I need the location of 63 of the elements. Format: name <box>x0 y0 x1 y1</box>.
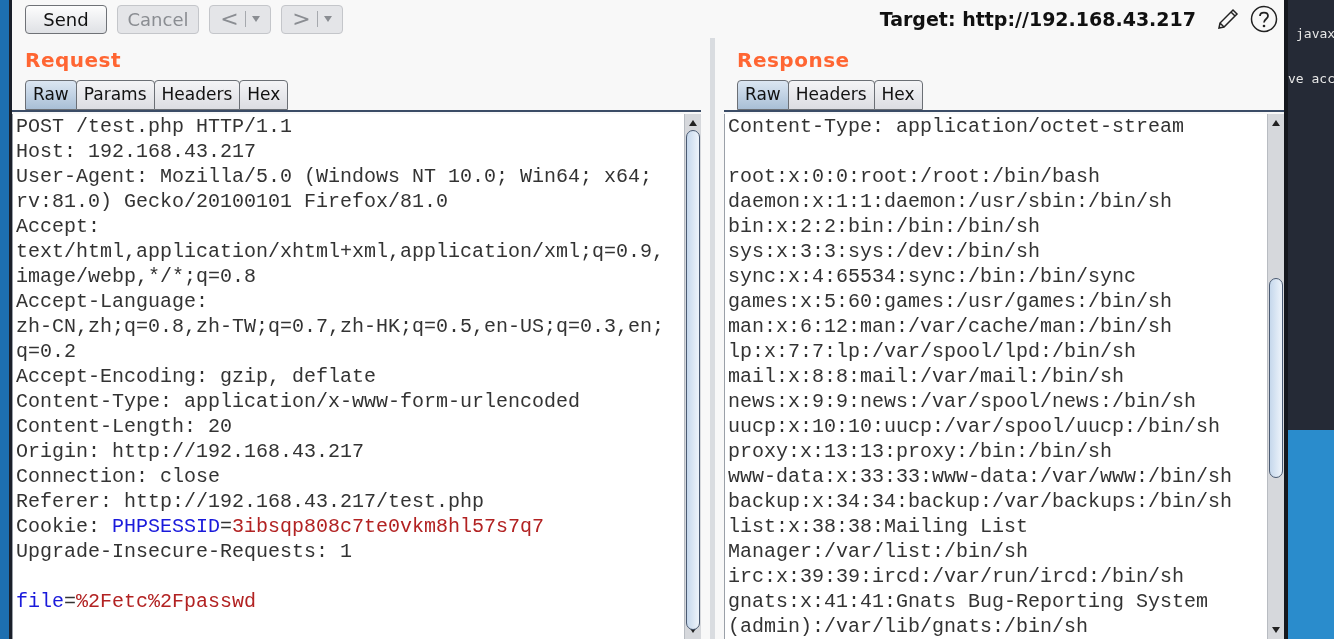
tab[interactable]: Hex <box>873 80 923 110</box>
editor-text: ve acc <box>1288 69 1334 88</box>
scroll-thumb[interactable] <box>1269 278 1283 478</box>
pane-title: Request <box>25 46 122 74</box>
code-line: Accept-Encoding: gzip, deflate <box>16 364 378 389</box>
code-line: rv:81.0) Gecko/20100101 Firefox/81.0 <box>16 189 450 214</box>
help-icon[interactable] <box>1250 5 1278 33</box>
code-line: Connection: close <box>16 464 222 489</box>
scrollbar[interactable] <box>1267 114 1284 639</box>
code-line: Accept-Language: <box>16 289 210 314</box>
code-line: zh-CN,zh;q=0.8,zh-TW;q=0.7,zh-HK;q=0.5,en-US;q=0.3,en; <box>16 314 666 339</box>
caret-icon <box>323 16 332 22</box>
code-line: backup:x:34:34:backup:/var/backups:/bin/sh <box>728 489 1234 514</box>
code-line: Accept: <box>16 214 101 239</box>
code-line: list:x:38:38:Mailing List <box>728 514 1030 539</box>
code-line: image/webp,*/*;q=0.8 <box>16 264 258 289</box>
code-line: Host: 192.168.43.217 <box>16 139 258 164</box>
code-line: Content-Type: application/octet-stream <box>728 114 1186 139</box>
toolbar-button[interactable]: Send <box>25 4 107 34</box>
code-line: Manager:/var/list:/bin/sh <box>728 539 1030 564</box>
code-line: q=0.2 <box>16 339 77 364</box>
code-line: sys:x:3:3:sys:/dev:/bin/sh <box>728 239 1042 264</box>
code-line: Origin: http://192.168.43.217 <box>16 439 366 464</box>
code-line: man:x:6:12:man:/var/cache/man:/bin/sh <box>728 314 1174 339</box>
code-line: lp:x:7:7:lp:/var/spool/lpd:/bin/sh <box>728 339 1138 364</box>
code-line: Upgrade-Insecure-Requests: 1 <box>16 539 354 564</box>
code-line: User-Agent: Mozilla/5.0 (Windows NT 10.0; Win64; x64; <box>16 164 654 189</box>
caret-icon <box>251 16 260 22</box>
scroll-thumb[interactable] <box>686 130 700 630</box>
code-line: file=%2Fetc%2Fpasswd <box>16 589 258 614</box>
code-line: text/html,application/xhtml+xml,application/xml;q=0.9, <box>16 239 666 264</box>
code-line: news:x:9:9:news:/var/spool/news:/bin/sh <box>728 389 1198 414</box>
code-line: proxy:x:13:13:proxy:/bin:/bin/sh <box>728 439 1114 464</box>
code-line: bin:x:2:2:bin:/bin:/bin/sh <box>728 214 1042 239</box>
scroll-down-icon[interactable] <box>1271 625 1281 635</box>
code-line: daemon:x:1:1:daemon:/usr/sbin:/bin/sh <box>728 189 1174 214</box>
code-line: (admin):/var/lib/gnats:/bin/sh <box>728 614 1090 639</box>
code-line: gnats:x:41:41:Gnats Bug-Reporting System <box>728 589 1210 614</box>
tab[interactable]: Params <box>75 80 155 110</box>
target-label: Target: http://192.168.43.217 <box>879 6 1196 32</box>
scroll-up-icon[interactable] <box>1271 118 1281 128</box>
code-line: www-data:x:33:33:www-data:/var/www:/bin/sh <box>728 464 1234 489</box>
code-line: irc:x:39:39:ircd:/var/run/ircd:/bin/sh <box>728 564 1186 589</box>
scroll-up-icon[interactable] <box>688 118 698 128</box>
editor-text: javax <box>1295 25 1334 43</box>
tab[interactable]: Raw <box>25 80 77 110</box>
tab[interactable]: Raw <box>737 80 789 110</box>
code-line: games:x:5:60:games:/usr/games:/bin/sh <box>728 289 1174 314</box>
tab[interactable]: Hex <box>239 80 289 110</box>
code-line: POST /test.php HTTP/1.1 <box>16 114 294 139</box>
tab[interactable]: Headers <box>787 80 875 110</box>
code-line: Referer: http://192.168.43.217/test.php <box>16 489 486 514</box>
code-line: Content-Type: application/x-www-form-urlencoded <box>16 389 582 414</box>
edit-icon[interactable] <box>1216 7 1240 31</box>
pane-title: Response <box>737 46 850 74</box>
code-line: mail:x:8:8:mail:/var/mail:/bin/sh <box>728 364 1126 389</box>
scrollbar[interactable] <box>684 114 701 639</box>
code-line: Content-Length: 20 <box>16 414 234 439</box>
code-line: root:x:0:0:root:/root:/bin/bash <box>728 164 1102 189</box>
code-line: Cookie: PHPSESSID=3ibsqp808c7te0vkm8hl57s7q7 <box>16 514 546 539</box>
tab[interactable]: Headers <box>153 80 241 110</box>
code-line: uucp:x:10:10:uucp:/var/spool/uucp:/bin/sh <box>728 414 1222 439</box>
code-line: sync:x:4:65534:sync:/bin:/bin/sync <box>728 264 1138 289</box>
